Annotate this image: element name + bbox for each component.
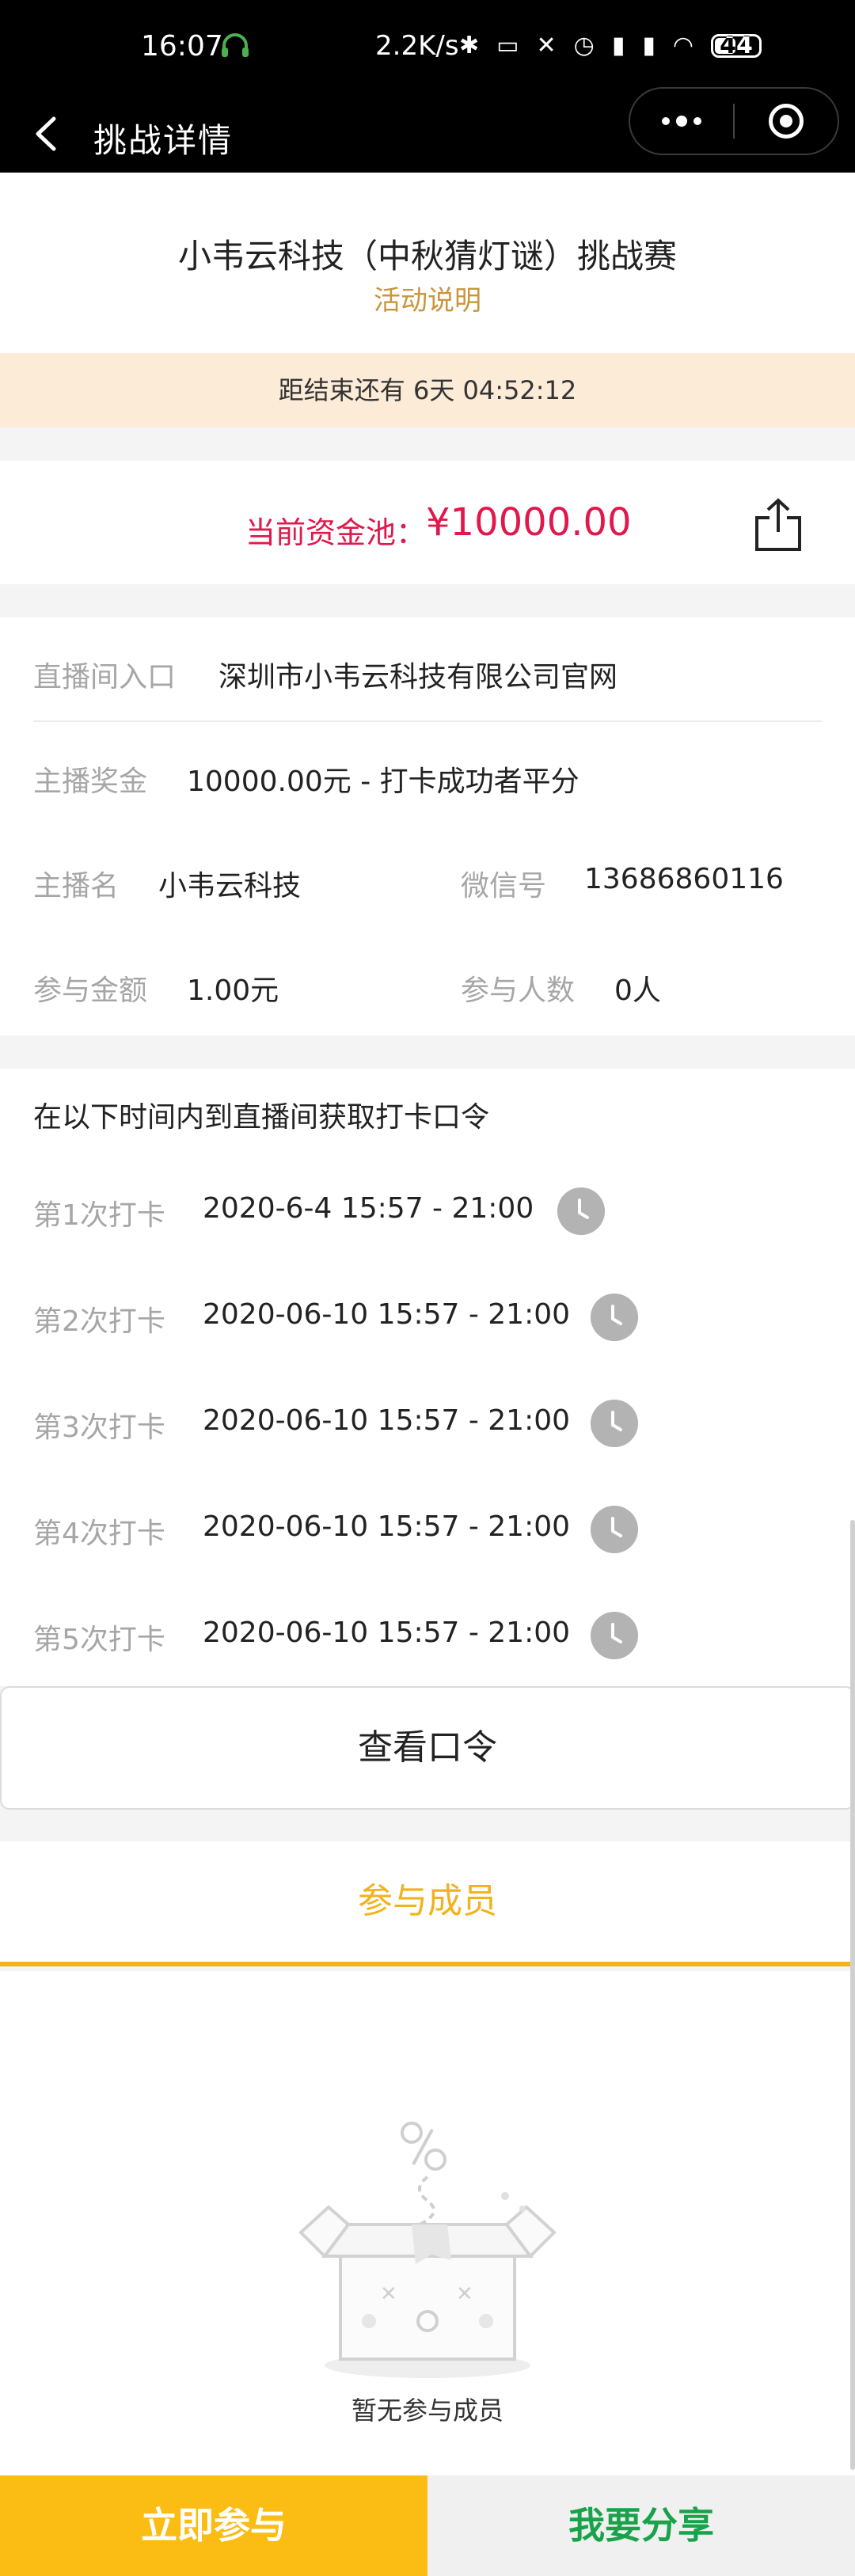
checkin-section	[0, 1069, 855, 1686]
checkin-label: 第2次打卡	[33, 1305, 165, 1338]
wifi-icon: ◠	[672, 32, 694, 59]
activity-description-link[interactable]: 活动说明	[0, 279, 855, 317]
checkin-label: 第1次打卡	[33, 1199, 165, 1232]
svg-text:✕: ✕	[456, 2282, 473, 2306]
pool-label: 当前资金池：	[245, 515, 427, 550]
network-speed: 2.2K/s	[375, 30, 459, 62]
anchor-label: 主播名	[33, 870, 120, 902]
status-bar: 16:07 2.2K/s ✱ ▭ ✕ ◷ ▮ ▮ ◠ 44	[0, 0, 855, 95]
svg-text:✕: ✕	[380, 2282, 397, 2306]
share-button[interactable]: 我要分享	[428, 2475, 855, 2576]
live-entry-label: 直播间入口	[33, 661, 177, 693]
bluetooth-icon: ✱	[459, 32, 480, 59]
wechat-value: 13686860116	[584, 863, 784, 895]
checkin-label: 第5次打卡	[33, 1624, 165, 1656]
scrollbar[interactable]	[850, 1520, 855, 2470]
fee-value: 1.00元	[187, 975, 279, 1007]
vibrate-icon: ▭	[496, 32, 519, 59]
signal-icon: ▮	[611, 32, 625, 59]
headset-icon	[222, 33, 249, 57]
reward-value: 10000.00元 - 打卡成功者平分	[187, 766, 580, 798]
checkin-time: 2020-06-10 15:57 - 21:00	[203, 1298, 571, 1331]
mute-icon: ✕	[536, 32, 557, 59]
checkin-time: 2020-06-10 15:57 - 21:00	[203, 1510, 571, 1543]
fee-label: 参与金额	[33, 975, 148, 1007]
status-icons: ✱ ▭ ✕ ◷ ▮ ▮ ◠ 44	[459, 30, 762, 62]
page-title: 小韦云科技（中秋猜灯谜）挑战赛	[177, 237, 677, 275]
join-button[interactable]: 立即参与	[0, 2475, 428, 2576]
divider	[33, 720, 822, 722]
signal-icon-2: ▮	[642, 32, 656, 59]
checkin-time: 2020-06-10 15:57 - 21:00	[203, 1404, 571, 1437]
empty-members-text: 暂无参与成员	[351, 2396, 504, 2426]
view-password-button[interactable]: 查看口令	[0, 1686, 855, 1810]
close-capsule-icon[interactable]	[735, 89, 838, 154]
checkin-title: 在以下时间内到直播间获取打卡口令	[33, 1101, 490, 1134]
battery-icon: 44	[711, 32, 762, 59]
live-entry-link[interactable]: 深圳市小韦云科技有限公司官网	[218, 654, 618, 695]
back-icon[interactable]	[30, 114, 62, 154]
clock-icon	[591, 1294, 638, 1341]
clock-icon	[591, 1400, 638, 1447]
participants-label: 参与人数	[461, 975, 576, 1007]
participants-value: 0人	[614, 975, 661, 1007]
reward-label: 主播奖金	[33, 766, 148, 798]
checkin-time: 2020-6-4 15:57 - 21:00	[203, 1192, 534, 1225]
empty-box-icon: ✕ ✕	[298, 2122, 557, 2378]
checkin-label: 第4次打卡	[33, 1518, 165, 1550]
more-icon[interactable]	[630, 89, 733, 154]
battery-level: 44	[720, 32, 753, 59]
status-time: 16:07	[141, 30, 223, 63]
checkin-label: 第3次打卡	[33, 1411, 165, 1444]
alarm-icon: ◷	[573, 32, 595, 59]
anchor-value: 小韦云科技	[158, 870, 302, 902]
mini-program-capsule	[629, 87, 839, 155]
wechat-label: 微信号	[461, 870, 547, 902]
countdown-banner: 距结束还有 6天 04:52:12	[0, 353, 855, 427]
clock-icon	[591, 1612, 638, 1659]
pool-value: ¥10000.00	[426, 500, 632, 545]
tab-members[interactable]: 参与成员	[0, 1841, 855, 1966]
clock-icon	[591, 1506, 638, 1553]
share-icon[interactable]	[754, 497, 803, 553]
nav-title: 挑战详情	[93, 121, 234, 160]
checkin-time: 2020-06-10 15:57 - 21:00	[203, 1617, 571, 1649]
clock-icon	[557, 1187, 605, 1235]
